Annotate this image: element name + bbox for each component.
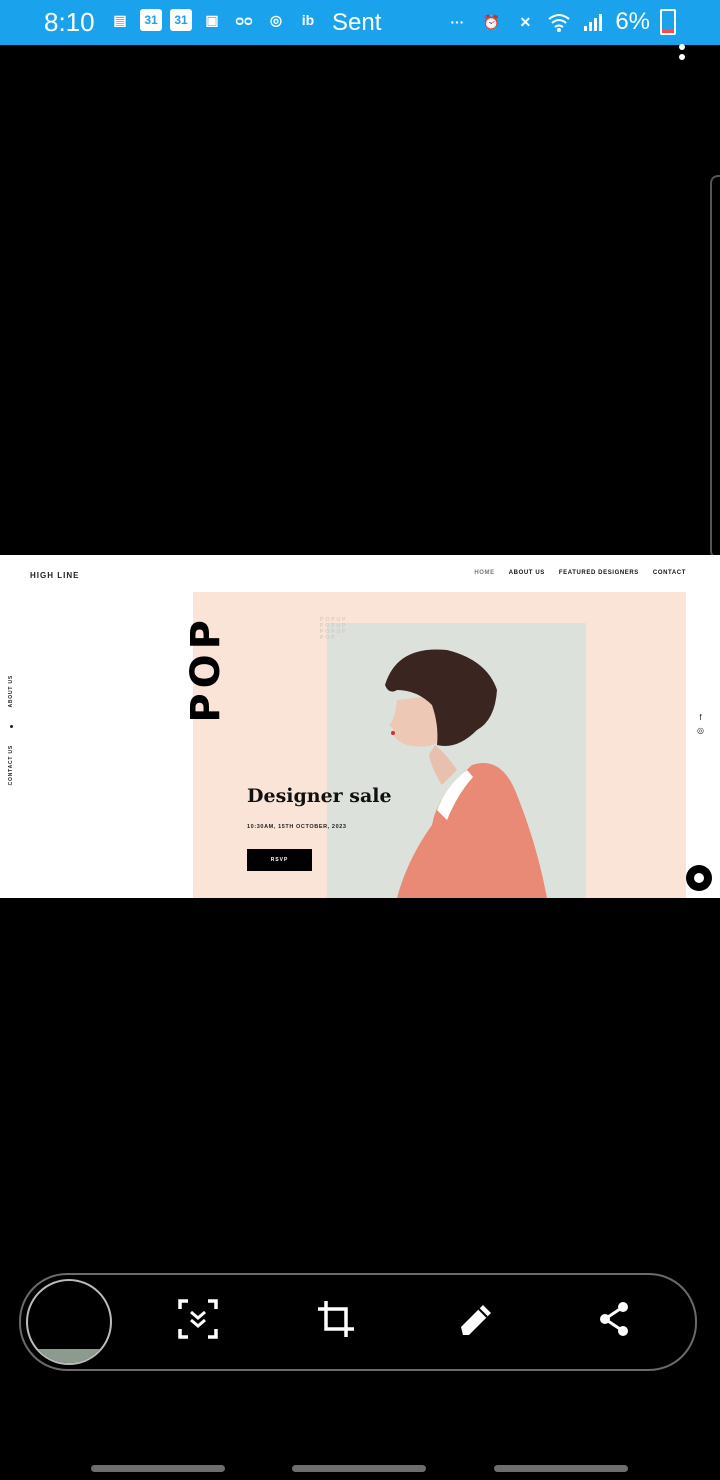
share-icon (600, 1302, 628, 1336)
side-dot (9, 724, 13, 728)
nav-back[interactable] (494, 1465, 628, 1472)
system-nav-bar (0, 1455, 720, 1480)
messages-icon: ▤ (113, 11, 127, 28)
signal-icon (581, 10, 605, 34)
rsvp-button[interactable]: RSVP (247, 849, 312, 871)
nav-home[interactable]: HOME (474, 570, 494, 576)
pen-icon (461, 1305, 491, 1335)
side-link-about-us[interactable]: ABOUT US (8, 675, 14, 708)
crop-icon (318, 1301, 354, 1337)
more-icon: ··· (450, 14, 465, 30)
voicemail-icon: ᴑᴑ (235, 12, 253, 28)
instagram-icon[interactable]: ◎ (697, 726, 704, 735)
hero-headline: Designer sale (247, 785, 392, 807)
nav-home-button[interactable] (292, 1465, 426, 1472)
calendar-icon: 31 (140, 9, 162, 31)
calendar-icon: 31 (170, 9, 192, 31)
model-photo (385, 649, 547, 898)
status-bar: 8:10 ▤ 31 31 ▣ ᴑᴑ ◎ ib Sent ··· ⏰ ✕ 6% (0, 0, 720, 45)
instagram-icon: ◎ (269, 11, 283, 28)
draw-button[interactable] (452, 1296, 498, 1342)
screenshot-thumbnail[interactable] (26, 1279, 112, 1365)
more-options-icon[interactable] (676, 44, 688, 66)
nav-recents[interactable] (91, 1465, 225, 1472)
event-date: 10:30AM, 15TH OCTOBER, 2023 (247, 824, 347, 830)
site-logo[interactable]: HIGH LINE (30, 565, 79, 587)
alarm-icon: ⏰ (482, 13, 501, 30)
share-button[interactable] (592, 1296, 638, 1342)
battery-icon (660, 9, 676, 35)
scroll-capture-button[interactable] (175, 1296, 221, 1342)
nav-featured-designers[interactable]: FEATURED DESIGNERS (559, 570, 639, 576)
nav-contact[interactable]: CONTACT (653, 570, 686, 576)
site-nav: HOME ABOUT US FEATURED DESIGNERS CONTACT (474, 570, 686, 576)
popup-pattern: POPUP POPUP POPUP POP (320, 617, 348, 641)
mute-icon: ✕ (519, 13, 532, 30)
webtoon-icon: ▣ (205, 11, 219, 28)
social-links: f ◎ (697, 713, 704, 735)
nav-about-us[interactable]: ABOUT US (509, 570, 545, 576)
side-links: ABOUT US CONTACT US (4, 675, 18, 785)
crop-button[interactable] (313, 1296, 359, 1342)
notification-icons: ▤ 31 31 ▣ ᴑᴑ ◎ ib (108, 8, 320, 32)
pop-heading: POP (183, 615, 229, 723)
sent-label: Sent (332, 9, 382, 36)
wifi-icon (547, 10, 571, 34)
system-icons: ··· ⏰ ✕ 6% (445, 8, 676, 36)
chat-icon[interactable] (686, 865, 712, 891)
ib-icon: ib (301, 12, 315, 28)
facebook-icon[interactable]: f (699, 713, 701, 722)
website-screenshot: HIGH LINE HOME ABOUT US FEATURED DESIGNE… (0, 555, 720, 898)
scroll-capture-icon (178, 1299, 218, 1339)
side-link-contact-us[interactable]: CONTACT US (8, 745, 14, 785)
clock: 8:10 (44, 7, 95, 37)
battery-level: 6% (615, 8, 650, 35)
edge-panel-handle[interactable] (710, 175, 720, 559)
